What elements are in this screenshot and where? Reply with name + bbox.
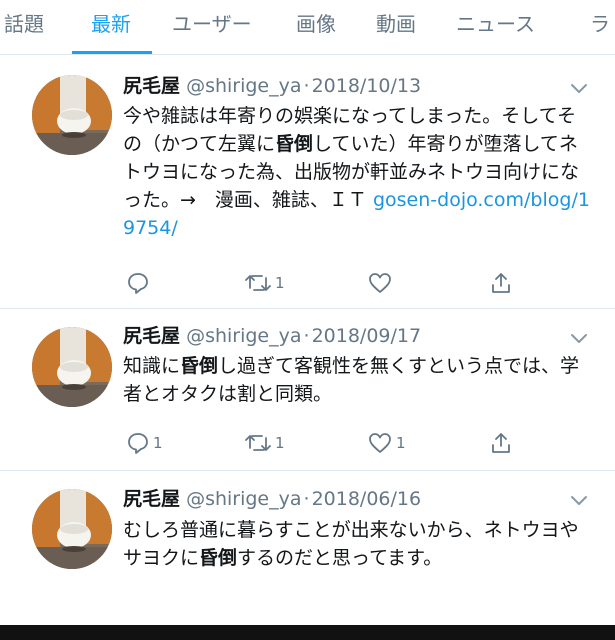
chevron-down-icon[interactable] xyxy=(568,489,590,511)
retweet-count: 1 xyxy=(275,274,285,292)
tab-topics[interactable]: 話題 xyxy=(4,8,44,38)
active-tab-indicator xyxy=(72,51,152,54)
tweet[interactable]: 尻毛屋 @shirige_ya · 2018/06/16 むしろ普通に暮らすことが出… xyxy=(0,471,615,625)
author-name[interactable]: 尻毛屋 xyxy=(123,75,180,97)
chevron-down-icon[interactable] xyxy=(568,327,590,349)
like-icon xyxy=(369,433,391,453)
tweet-header: 尻毛屋 @shirige_ya · 2018/09/17 xyxy=(123,321,421,351)
reply-button[interactable] xyxy=(126,269,153,297)
retweet-icon xyxy=(245,275,271,291)
tab-images[interactable]: 画像 xyxy=(296,8,336,38)
retweet-button[interactable]: 1 xyxy=(244,429,285,457)
tab-news[interactable]: ニュース xyxy=(456,8,535,38)
retweet-button[interactable]: 1 xyxy=(244,269,285,297)
reply-icon xyxy=(128,433,148,454)
tab-users[interactable]: ユーザー xyxy=(172,8,252,38)
chevron-down-icon[interactable] xyxy=(568,77,590,99)
author-name[interactable]: 尻毛屋 xyxy=(123,325,180,347)
highlight-keyword: 昏倒 xyxy=(180,355,219,377)
tweet-date[interactable]: 2018/10/13 xyxy=(312,75,422,97)
like-count: 1 xyxy=(396,434,406,452)
avatar[interactable] xyxy=(32,489,112,569)
text-segment: するのだと思ってます。 xyxy=(237,547,443,569)
tweet[interactable]: 尻毛屋 @shirige_ya · 2018/10/13 今や雑誌は年寄りの娯楽にな… xyxy=(0,55,615,309)
separator-dot: · xyxy=(303,325,310,347)
separator-dot: · xyxy=(303,488,310,510)
author-handle[interactable]: @shirige_ya xyxy=(186,325,301,347)
status-bar-bottom xyxy=(0,625,615,640)
author-name[interactable]: 尻毛屋 xyxy=(123,488,180,510)
avatar[interactable] xyxy=(32,75,112,155)
text-segment: 知識に xyxy=(123,355,181,377)
retweet-icon xyxy=(245,435,271,451)
tweet-date[interactable]: 2018/09/17 xyxy=(312,325,422,347)
tweet-header: 尻毛屋 @shirige_ya · 2018/10/13 xyxy=(123,71,421,101)
reply-button[interactable]: 1 xyxy=(126,429,163,457)
tab-live[interactable]: ラ xyxy=(590,8,610,38)
like-icon xyxy=(369,273,391,293)
separator-dot: · xyxy=(303,75,310,97)
highlight-keyword: 昏倒 xyxy=(199,547,238,569)
tweet-date[interactable]: 2018/06/16 xyxy=(312,488,422,510)
tab-latest[interactable]: 最新 xyxy=(91,8,131,38)
retweet-count: 1 xyxy=(275,434,285,452)
share-icon xyxy=(492,273,510,293)
tweet-actions: 1 xyxy=(0,269,615,297)
search-tabs: 話題 最新 ユーザー 画像 動画 ニュース ラ xyxy=(0,0,615,55)
tweet[interactable]: 尻毛屋 @shirige_ya · 2018/09/17 知識に昏倒し過ぎて客観性を… xyxy=(0,309,615,471)
avatar[interactable] xyxy=(32,327,112,407)
share-button[interactable] xyxy=(489,269,513,297)
reply-icon xyxy=(128,273,148,294)
tab-videos[interactable]: 動画 xyxy=(376,8,416,38)
like-button[interactable]: 1 xyxy=(367,429,406,457)
tweet-text: むしろ普通に暮らすことが出来ないから、ネトウヨやサヨクに昏倒するのだと思ってます… xyxy=(123,516,593,572)
share-button[interactable] xyxy=(489,429,513,457)
tweet-text: 今や雑誌は年寄りの娯楽になってしまった。そしてその（かつて左翼に昏倒していた）年… xyxy=(123,102,593,242)
highlight-keyword: 昏倒 xyxy=(275,133,314,155)
tweet-header: 尻毛屋 @shirige_ya · 2018/06/16 xyxy=(123,484,421,514)
reply-count: 1 xyxy=(153,434,163,452)
like-button[interactable] xyxy=(367,269,396,297)
author-handle[interactable]: @shirige_ya xyxy=(186,488,301,510)
tweet-actions: 1 1 1 xyxy=(0,429,615,457)
share-icon xyxy=(492,433,510,453)
tweet-text: 知識に昏倒し過ぎて客観性を無くすという点では、学者とオタクは割と同類。 xyxy=(123,352,593,408)
author-handle[interactable]: @shirige_ya xyxy=(186,75,301,97)
